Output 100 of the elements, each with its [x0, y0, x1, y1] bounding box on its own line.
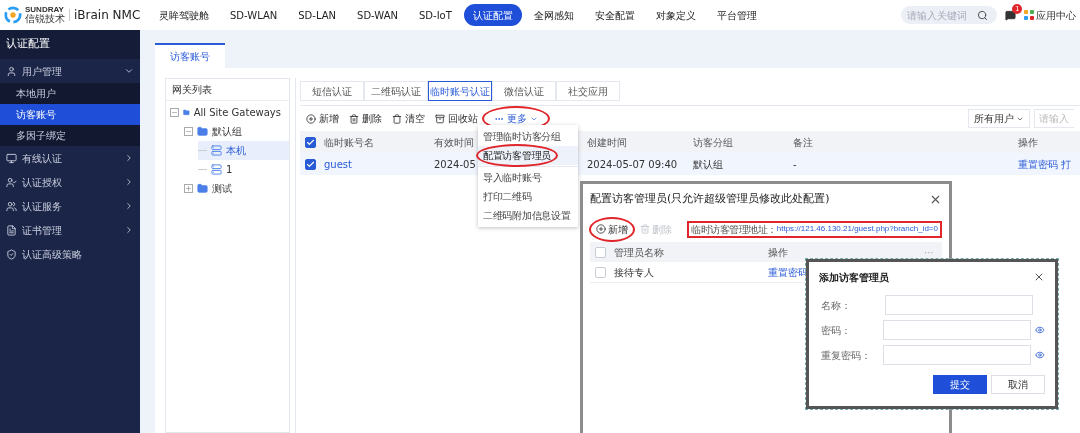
- nav-tab[interactable]: SD-WAN: [348, 4, 407, 26]
- dialog-toolbar-button[interactable]: 新增: [596, 221, 628, 237]
- field-label: 名称：: [820, 298, 852, 313]
- submit-button[interactable]: 提交: [933, 375, 987, 394]
- plus-circle-icon: [596, 224, 606, 234]
- collapse-icon[interactable]: [170, 108, 179, 117]
- input-field[interactable]: [883, 345, 1032, 365]
- menu-item[interactable]: 二维码附加信息设置: [483, 208, 571, 223]
- app-center-link[interactable]: 应用中心: [1036, 7, 1076, 23]
- folder-icon: [183, 107, 190, 118]
- sidebar-item[interactable]: 用户管理: [0, 59, 140, 83]
- sidebar-subitem[interactable]: 本地用户: [0, 83, 140, 104]
- tree-label: 1: [226, 163, 233, 177]
- sidebar-icon: [6, 176, 17, 188]
- search-icon[interactable]: [977, 9, 988, 21]
- address-label: 临时访客管理地址：: [691, 222, 777, 237]
- page-tab[interactable]: 访客账号: [155, 43, 225, 68]
- auth-tab[interactable]: 二维码认证: [364, 81, 428, 101]
- checkbox[interactable]: [304, 158, 316, 170]
- nav-tab[interactable]: 灵眸驾驶舱: [150, 4, 218, 26]
- column-header: 操作: [1018, 135, 1038, 150]
- menu-item[interactable]: 管理临时访客分组: [483, 129, 561, 144]
- tree-item[interactable]: 默认组: [184, 122, 289, 141]
- sidebar-item[interactable]: 有线认证: [0, 146, 140, 170]
- toolbar-button[interactable]: 新增: [306, 111, 339, 126]
- tree-label: 测试: [212, 182, 232, 196]
- table-cell[interactable]: guest: [324, 156, 352, 172]
- sidebar-item[interactable]: 证书管理: [0, 218, 140, 242]
- folder-icon: [197, 126, 208, 137]
- toolbar-button[interactable]: 更多: [494, 111, 538, 126]
- server-icon: [211, 145, 222, 156]
- brand-name: 信锐技术: [25, 14, 65, 24]
- column-header: 临时账号名: [324, 135, 374, 150]
- cancel-button[interactable]: 取消: [991, 375, 1045, 394]
- sidebar-title: 认证配置: [0, 30, 140, 59]
- auth-tab[interactable]: 社交应用: [556, 81, 620, 101]
- apps-icon[interactable]: [1024, 10, 1034, 20]
- eye-icon[interactable]: [1035, 350, 1045, 360]
- plus-circle-icon: [306, 113, 316, 124]
- nav-tab[interactable]: SD-LAN: [289, 4, 346, 26]
- column-header: 有效时间: [434, 135, 474, 150]
- panel-title: 网关列表: [166, 79, 289, 101]
- address-link[interactable]: https://121.46.130.21/guest.php?branch_id=0: [776, 223, 938, 235]
- trash-icon: [640, 224, 650, 234]
- nav-tab[interactable]: 安全配置: [585, 4, 644, 26]
- tree-item[interactable]: 本机: [198, 141, 289, 160]
- column-header: 管理员名称: [613, 245, 665, 260]
- sidebar-icon: [6, 224, 17, 236]
- nav-tab[interactable]: 对象定义: [646, 4, 705, 26]
- filter-input[interactable]: 请输入: [1034, 109, 1074, 128]
- menu-item[interactable]: 打印二维码: [483, 189, 532, 204]
- auth-tab[interactable]: 临时账号认证: [428, 81, 492, 101]
- eye-icon[interactable]: [1035, 325, 1045, 335]
- dialog-title: 添加访客管理员: [819, 270, 889, 285]
- brand-name: SUNDRAY: [25, 6, 65, 14]
- menu-item[interactable]: 导入临时账号: [483, 170, 542, 185]
- nav-tab[interactable]: 平台管理: [707, 4, 766, 26]
- expand-icon[interactable]: [184, 184, 193, 193]
- user-filter-select[interactable]: 所有用户: [968, 109, 1030, 128]
- table-cell-text: -: [793, 157, 797, 172]
- tree-label: 默认组: [212, 125, 242, 139]
- tree-item[interactable]: All Site Gateways: [170, 103, 289, 122]
- field-label: 重复密码：: [820, 348, 872, 363]
- server-icon: [211, 164, 222, 175]
- sidebar-icon: [6, 152, 17, 164]
- search-field[interactable]: 请输入关键词: [901, 6, 997, 24]
- bin-icon: [392, 113, 402, 124]
- toolbar-button[interactable]: 回收站: [435, 111, 478, 126]
- action-link[interactable]: 打: [1061, 156, 1071, 172]
- auth-tab[interactable]: 微信认证: [492, 81, 556, 101]
- sidebar-icon: [6, 248, 17, 260]
- nav-tab[interactable]: 认证配置: [463, 4, 522, 26]
- nav-tab[interactable]: SD-IoT: [409, 4, 461, 26]
- sidebar-subitem[interactable]: 访客账号: [0, 104, 140, 125]
- auth-tab[interactable]: 短信认证: [300, 81, 364, 101]
- tree-label: All Site Gateways: [193, 106, 281, 120]
- close-icon[interactable]: [1033, 271, 1045, 283]
- column-header: 备注: [793, 135, 813, 150]
- input-field[interactable]: [885, 295, 1033, 315]
- sidebar-subitem[interactable]: 多因子绑定: [0, 125, 140, 146]
- table-cell-text: 2024-05-07 09:40: [587, 157, 678, 172]
- tree-item[interactable]: 1: [198, 160, 289, 179]
- column-header: ···: [923, 245, 935, 260]
- input-field[interactable]: [883, 320, 1032, 340]
- collapse-icon[interactable]: [184, 127, 193, 136]
- tree-item[interactable]: 测试: [184, 179, 289, 198]
- sidebar-item[interactable]: 认证高级策略: [0, 242, 140, 266]
- toolbar-button[interactable]: 清空: [392, 111, 425, 126]
- sidebar-icon: [6, 200, 17, 212]
- field-label: 密码：: [820, 323, 852, 338]
- action-link[interactable]: 重置密码: [1018, 156, 1058, 172]
- toolbar-button[interactable]: 删除: [349, 111, 382, 126]
- nav-tab[interactable]: 全网感知: [524, 4, 583, 26]
- nav-tab[interactable]: SD-WLAN: [221, 4, 287, 26]
- checkbox[interactable]: [304, 136, 316, 148]
- column-header: 创建时间: [587, 135, 627, 150]
- column-header: 操作: [767, 245, 789, 260]
- sidebar-item[interactable]: 认证授权: [0, 170, 140, 194]
- message-icon[interactable]: [1005, 9, 1016, 21]
- sidebar-item[interactable]: 认证服务: [0, 194, 140, 218]
